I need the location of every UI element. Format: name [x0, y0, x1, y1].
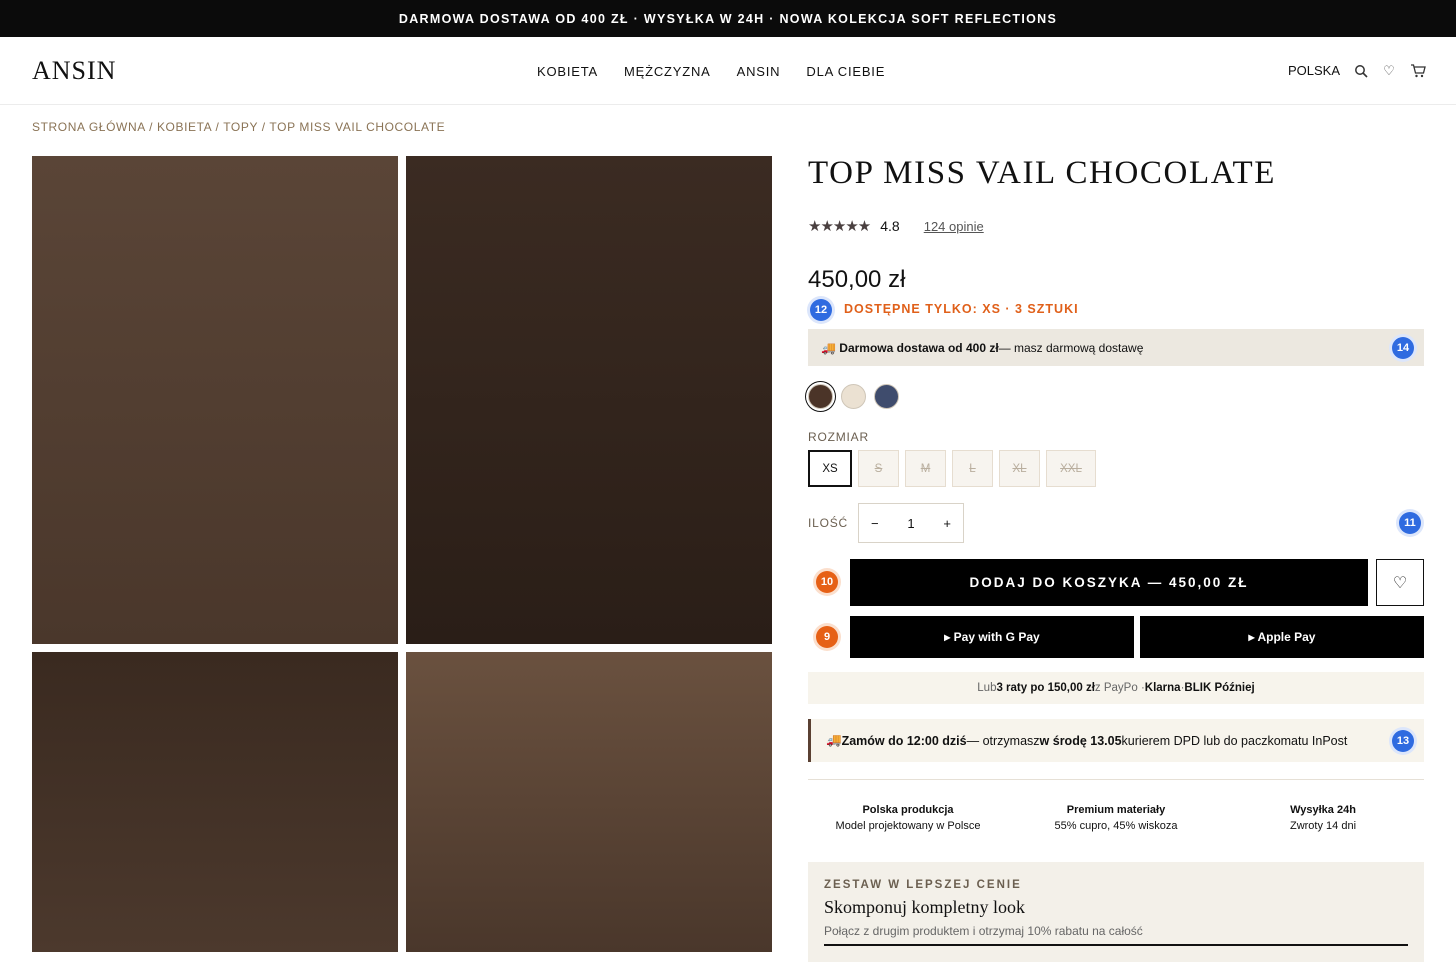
main-nav: KOBIETA MĘŻCZYZNA ANSIN DLA CIEBIE — [537, 37, 885, 105]
size-label: ROZMIAR — [808, 430, 869, 444]
feature-title: Wysyłka 24h — [1290, 804, 1356, 816]
annotation-marker: 14 — [1392, 337, 1414, 359]
wishlist-button[interactable]: ♡ — [1376, 559, 1424, 606]
annotation-marker: 10 — [816, 571, 838, 593]
size-s[interactable]: S — [858, 450, 899, 487]
stars-icon: ★★★★★ — [808, 218, 871, 235]
rating-value: 4.8 — [880, 218, 900, 234]
product-photo-1[interactable] — [32, 156, 398, 644]
size-xl[interactable]: XL — [999, 450, 1040, 487]
size-m[interactable]: M — [905, 450, 946, 487]
reviews-link[interactable]: 124 opinie — [924, 219, 984, 234]
annotation-marker: 12 — [810, 299, 832, 321]
bundle-section: ZESTAW W LEPSZEJ CENIE Skomponuj komplet… — [808, 862, 1424, 962]
bundle-title: Skomponuj kompletny look — [824, 897, 1026, 917]
color-swatch-chocolate[interactable] — [808, 384, 833, 409]
annotation-marker: 11 — [1399, 512, 1421, 534]
delivery-mid: — otrzymasz — [966, 733, 1040, 748]
logo[interactable]: ANSIN — [32, 56, 116, 86]
google-pay-button[interactable]: ▸ Pay with G Pay — [850, 616, 1134, 658]
product-photo-2[interactable] — [406, 156, 772, 644]
nav-mezczyzna[interactable]: MĘŻCZYZNA — [624, 64, 711, 79]
installments-pre: Lub — [977, 682, 997, 694]
size-xs[interactable]: XS — [808, 450, 852, 487]
annotation-marker: 9 — [816, 626, 838, 648]
shipping-rest: — masz darmową dostawę — [998, 340, 1144, 355]
feature-title: Premium materiały — [1066, 804, 1166, 816]
nav-kobieta[interactable]: KOBIETA — [537, 64, 598, 79]
rating: ★★★★★ 4.8 124 opinie — [808, 217, 984, 235]
promo-bar: DARMOWA DOSTAWA OD 400 ZŁ · WYSYŁKA W 24… — [0, 0, 1456, 37]
blik-label: BLIK Później — [1184, 682, 1255, 694]
installments-info: Lub 3 raty po 150,00 zł z PayPo · Klarna… — [808, 672, 1424, 704]
nav-dla-ciebie[interactable]: DLA CIEBIE — [806, 64, 885, 79]
product-info: TOP MISS VAIL CHOCOLATE ★★★★★ 4.8 124 op… — [808, 155, 1424, 962]
product-photo-3[interactable] — [32, 652, 398, 952]
feature-sub: 55% cupro, 45% wiskoza — [1054, 820, 1178, 832]
quantity-stepper: − 1 + — [858, 503, 964, 543]
delivery-rest: kurierem DPD lub do paczkomatu InPost — [1121, 733, 1348, 748]
shipping-bold: 🚚 Darmowa dostawa od 400 zł — [821, 340, 999, 355]
delivery-date: w środę 13.05 — [1039, 733, 1122, 748]
size-l[interactable]: L — [952, 450, 993, 487]
qty-label: ILOŚĆ — [808, 516, 849, 530]
heart-icon: ♡ — [1392, 574, 1408, 592]
bundle-subtitle: Połącz z drugim produktem i otrzymaj 10%… — [824, 924, 1143, 938]
installments-mid: z PayPo · — [1094, 682, 1145, 694]
qty-value[interactable]: 1 — [907, 516, 914, 531]
product-price: 450,00 zł — [808, 266, 906, 293]
size-xxl[interactable]: XXL — [1046, 450, 1096, 487]
country-selector[interactable]: POLSKA — [1288, 63, 1340, 78]
nav-ansin[interactable]: ANSIN — [737, 64, 781, 79]
feature-title: Polska produkcja — [862, 804, 954, 816]
bundle-divider — [824, 944, 1408, 946]
product-photo-4[interactable] — [406, 652, 772, 952]
size-selector: XS S M L XL XXL — [808, 450, 1096, 487]
delivery-cutoff: Zamów do 12:00 dziś — [841, 733, 967, 748]
annotation-marker: 13 — [1392, 730, 1414, 752]
truck-icon: 🚚 — [826, 733, 842, 747]
qty-plus-button[interactable]: + — [943, 516, 951, 531]
feature-sub: Model projektowany w Polsce — [835, 820, 981, 832]
header-actions: POLSKA ♡ — [1288, 63, 1426, 78]
apple-pay-button[interactable]: ▸ Apple Pay — [1140, 616, 1424, 658]
color-swatch-navy[interactable] — [874, 384, 899, 409]
feature-shipping: Wysyłka 24h Zwroty 14 dni — [1223, 802, 1423, 834]
delivery-estimate: 🚚 Zamów do 12:00 dziś — otrzymasz w środ… — [808, 719, 1424, 762]
qty-minus-button[interactable]: − — [871, 516, 879, 531]
bundle-kicker: ZESTAW W LEPSZEJ CENIE — [824, 879, 1022, 891]
heart-icon[interactable]: ♡ — [1382, 63, 1396, 78]
site-header: ANSIN KOBIETA MĘŻCZYZNA ANSIN DLA CIEBIE… — [0, 37, 1456, 105]
feature-sub: Zwroty 14 dni — [1289, 820, 1357, 832]
breadcrumb[interactable]: STRONA GŁÓWNA / KOBIETA / TOPY / TOP MIS… — [32, 120, 445, 134]
klarna-label: Klarna — [1144, 682, 1181, 694]
cart-icon[interactable] — [1410, 63, 1426, 78]
free-shipping-banner: 🚚 Darmowa dostawa od 400 zł — masz darmo… — [808, 329, 1424, 366]
feature-production: Polska produkcja Model projektowany w Po… — [808, 802, 1008, 834]
add-to-cart-button[interactable]: DODAJ DO KOSZYKA — 450,00 ZŁ — [850, 559, 1368, 606]
installments-amount: 3 raty po 150,00 zł — [996, 682, 1095, 694]
stock-notice: DOSTĘPNE TYLKO: XS · 3 SZTUKI — [844, 302, 1079, 316]
divider — [808, 779, 1424, 780]
color-swatch-cream[interactable] — [841, 384, 866, 409]
color-swatches — [808, 384, 899, 409]
product-title: TOP MISS VAIL CHOCOLATE — [808, 155, 1277, 191]
search-icon[interactable] — [1354, 64, 1368, 78]
feature-materials: Premium materiały 55% cupro, 45% wiskoza — [1016, 802, 1216, 834]
